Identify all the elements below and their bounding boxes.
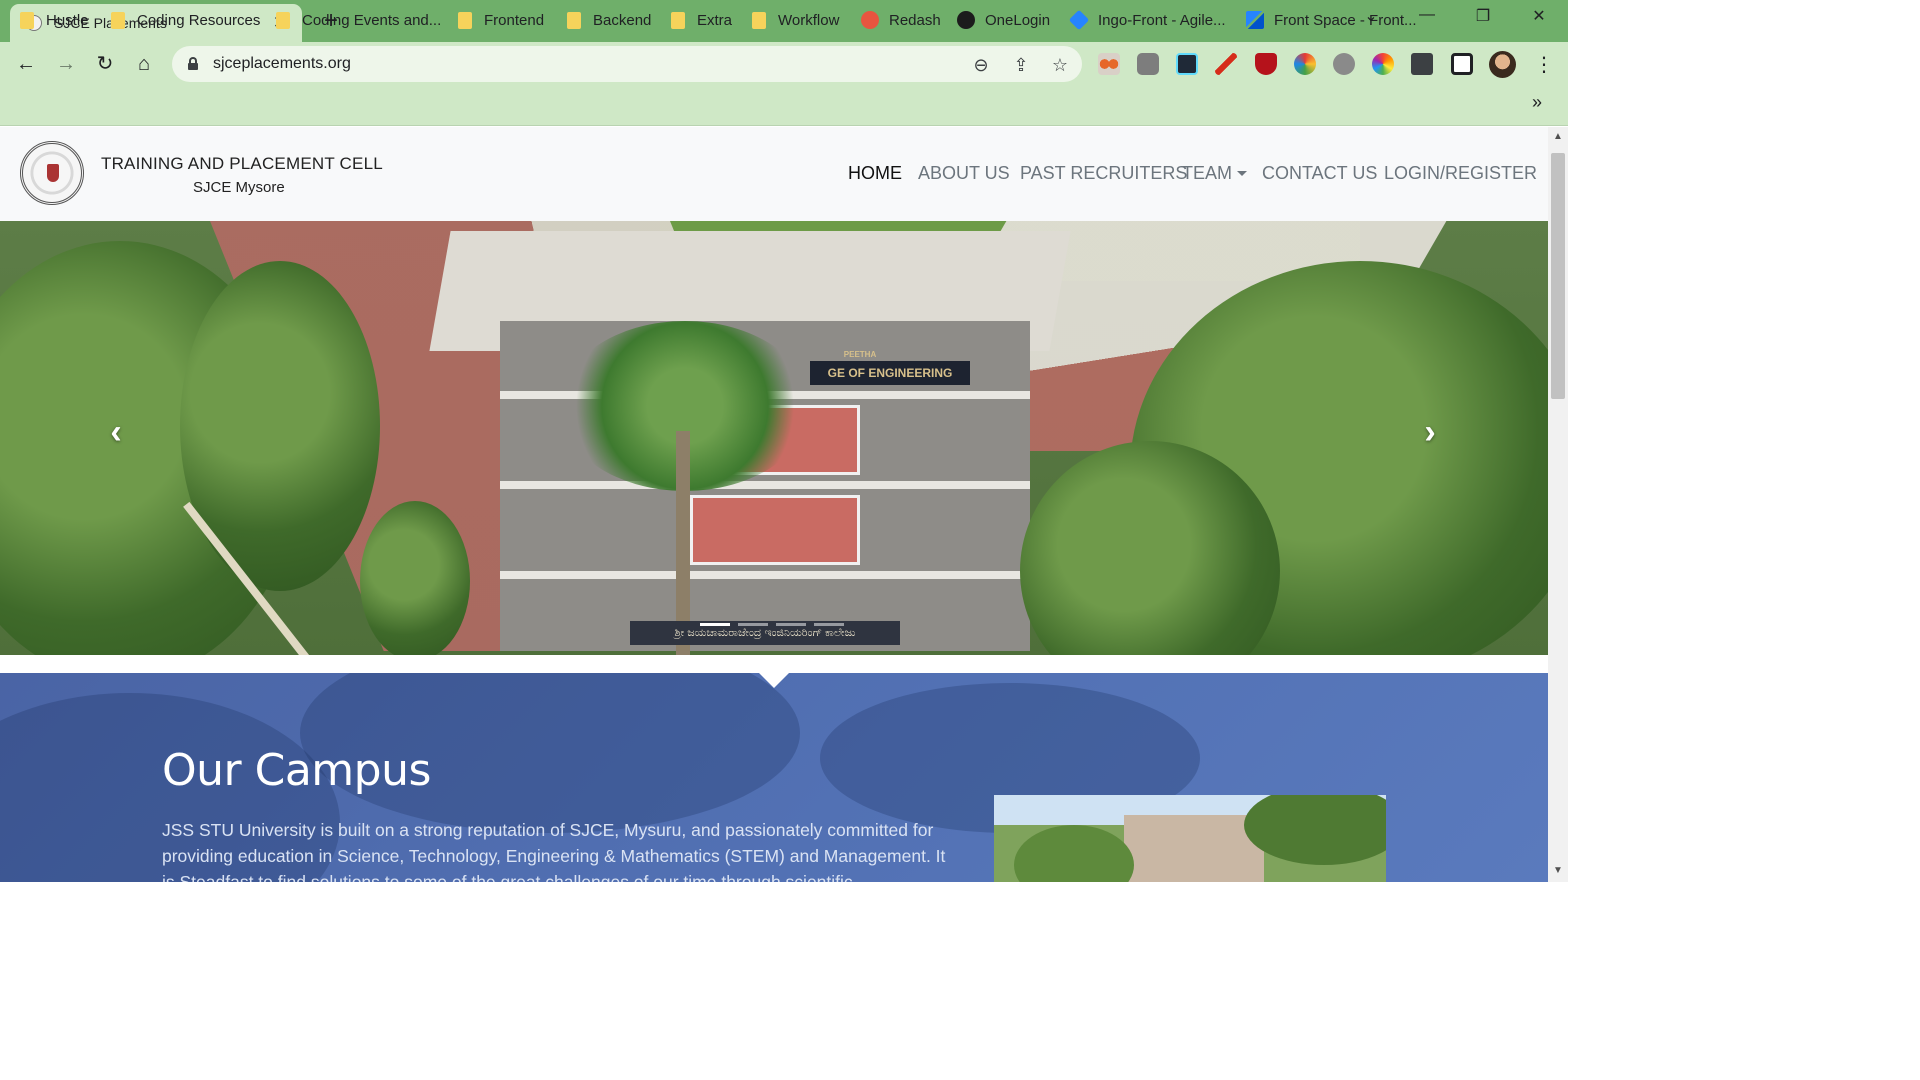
- carousel-next-icon[interactable]: ›: [1415, 413, 1445, 452]
- campus-heading: Our Campus: [162, 745, 431, 796]
- menu-icon[interactable]: ⋮: [1534, 52, 1554, 77]
- bookmark-item[interactable]: Hustle: [20, 8, 89, 32]
- close-window-button[interactable]: ✕: [1524, 6, 1554, 26]
- nav-contact-us[interactable]: CONTACT US: [1262, 163, 1377, 184]
- scroll-down-icon[interactable]: ▼: [1552, 865, 1564, 876]
- hero-carousel: GE OF ENGINEERING PEETHA ಶ್ರೀ ಜಯಚಾಮರಾಜೇಂ…: [0, 221, 1548, 655]
- page-scrollbar[interactable]: ▲ ▼: [1548, 127, 1568, 882]
- bookmark-label: Coding Resources: [137, 11, 261, 29]
- glasses-extension-icon[interactable]: [1098, 53, 1120, 75]
- bookmark-item[interactable]: Coding Resources: [111, 8, 260, 32]
- bookmark-item[interactable]: Redash: [861, 8, 941, 32]
- ublock-origin-icon[interactable]: [1255, 53, 1277, 75]
- bookmark-label: Coding Events and...: [302, 11, 442, 29]
- bookmark-label: Front Space - Front...: [1274, 11, 1417, 29]
- jira-icon: [1068, 9, 1090, 31]
- carousel-indicator[interactable]: [738, 623, 768, 626]
- bookmark-label: Redash: [889, 11, 941, 29]
- section-notch: [758, 673, 790, 688]
- brand-subtitle: SJCE Mysore: [193, 179, 285, 196]
- folder-icon: [458, 11, 472, 29]
- carousel-indicator[interactable]: [776, 623, 806, 626]
- nav-team-dropdown[interactable]: TEAM: [1182, 163, 1248, 184]
- folder-icon: [671, 11, 685, 29]
- address-bar[interactable]: sjceplacements.org ⊖ ⇪ ☆: [172, 46, 1082, 82]
- camera-extension-icon[interactable]: [1137, 53, 1159, 75]
- bookmarks-overflow-icon[interactable]: »: [1532, 92, 1542, 113]
- college-logo[interactable]: [20, 141, 84, 205]
- bookmark-label: Extra: [697, 11, 733, 29]
- nav-login-register[interactable]: LOGIN/REGISTER: [1384, 163, 1537, 184]
- bookmark-label: OneLogin: [985, 11, 1051, 29]
- bookmark-star-icon[interactable]: ☆: [1049, 54, 1071, 76]
- confluence-icon: [1246, 11, 1264, 29]
- folder-icon: [567, 11, 581, 29]
- folder-icon: [20, 11, 34, 29]
- bookmark-item[interactable]: Ingo-Front - Agile...: [1068, 8, 1226, 32]
- color-globe-icon[interactable]: [1294, 53, 1316, 75]
- restore-button[interactable]: ❐: [1468, 6, 1498, 26]
- campus-section: Our Campus JSS STU University is built o…: [0, 673, 1548, 882]
- bookmarks-bar: [0, 86, 1568, 126]
- react-devtools-icon[interactable]: [1176, 53, 1198, 75]
- nav-home[interactable]: HOME: [848, 163, 902, 184]
- brand-title[interactable]: TRAINING AND PLACEMENT CELL: [101, 154, 383, 174]
- bookmark-label: Backend: [593, 11, 652, 29]
- bookmark-item[interactable]: Extra: [671, 8, 732, 32]
- bookmark-label: Frontend: [484, 11, 545, 29]
- profile-avatar[interactable]: [1489, 51, 1516, 78]
- bookmark-item[interactable]: Workflow: [752, 8, 839, 32]
- site-navbar: TRAINING AND PLACEMENT CELL SJCE Mysore …: [0, 127, 1548, 221]
- folder-icon: [276, 11, 290, 29]
- zoom-icon[interactable]: ⊖: [970, 54, 992, 76]
- nav-past-recruiters[interactable]: PAST RECRUITERS: [1020, 163, 1187, 184]
- folder-icon: [111, 11, 125, 29]
- bookmark-item[interactable]: Coding Events and...: [276, 8, 441, 32]
- bug-extension-icon[interactable]: [1333, 53, 1355, 75]
- color-wheel-icon[interactable]: [1372, 53, 1394, 75]
- puzzle-extensions-icon[interactable]: [1411, 53, 1433, 75]
- carousel-prev-icon[interactable]: ‹: [101, 413, 131, 452]
- carousel-indicators[interactable]: [700, 623, 844, 626]
- bookmark-label: Hustle: [46, 11, 89, 29]
- carousel-indicator[interactable]: [814, 623, 844, 626]
- scrollbar-thumb[interactable]: [1551, 153, 1565, 399]
- reload-icon[interactable]: ↻: [91, 50, 119, 78]
- redash-icon: [861, 11, 879, 29]
- onelogin-icon: [957, 11, 975, 29]
- share-icon[interactable]: ⇪: [1010, 54, 1032, 76]
- bookmark-item[interactable]: Frontend: [458, 8, 544, 32]
- bookmark-item[interactable]: Backend: [567, 8, 651, 32]
- folder-icon: [752, 11, 766, 29]
- pen-extension-icon[interactable]: [1215, 53, 1237, 75]
- lock-icon[interactable]: [188, 57, 198, 70]
- home-icon[interactable]: ⌂: [130, 50, 158, 78]
- carousel-indicator[interactable]: [700, 623, 730, 626]
- bookmark-item[interactable]: OneLogin: [957, 8, 1050, 32]
- nav-about-us[interactable]: ABOUT US: [918, 163, 1010, 184]
- sidebar-icon[interactable]: [1451, 53, 1473, 75]
- bookmark-label: Workflow: [778, 11, 840, 29]
- campus-photo: [994, 795, 1386, 882]
- page-viewport: TRAINING AND PLACEMENT CELL SJCE Mysore …: [0, 127, 1548, 882]
- bookmark-item[interactable]: Front Space - Front...: [1246, 8, 1417, 32]
- bookmark-label: Ingo-Front - Agile...: [1098, 11, 1226, 29]
- forward-icon[interactable]: →: [52, 50, 80, 78]
- college-sign: GE OF ENGINEERING: [810, 361, 970, 385]
- college-sign-top: PEETHA: [843, 350, 877, 359]
- caret-down-icon: [1237, 171, 1248, 176]
- campus-description: JSS STU University is built on a strong …: [162, 820, 946, 882]
- nav-team-label: TEAM: [1182, 163, 1233, 183]
- url-text[interactable]: sjceplacements.org: [213, 55, 351, 73]
- scroll-up-icon[interactable]: ▲: [1552, 131, 1564, 142]
- back-icon[interactable]: ←: [12, 50, 40, 78]
